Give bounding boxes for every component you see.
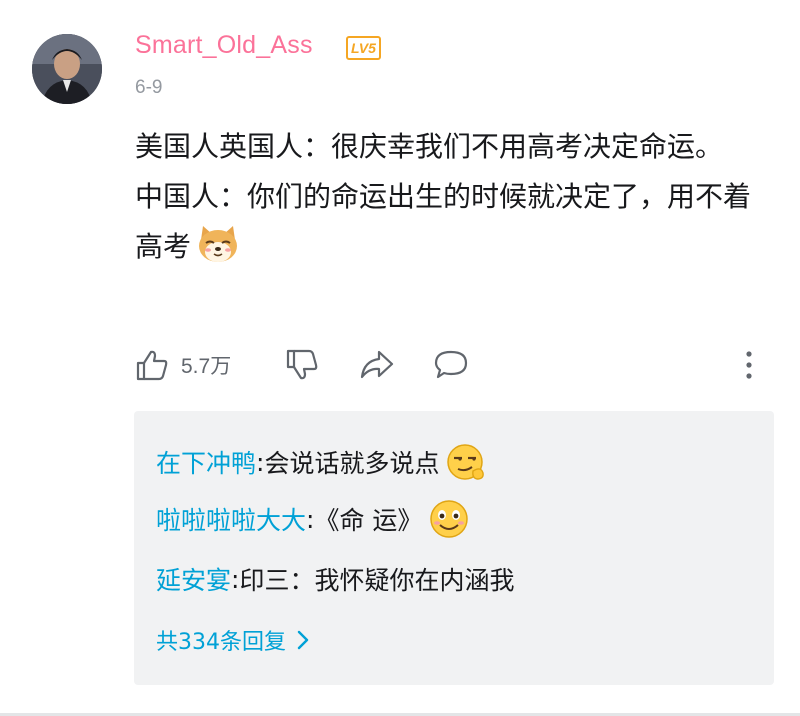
reply-preview-box[interactable]: 在下冲鸭 : 会说话就多说点 啦啦啦啦大大 : 《命 运》 延安宴: 印三：我…	[134, 411, 774, 685]
comment-line-2: 中国人：你们的命运出生的时候就决定了，用不着高考	[135, 172, 775, 272]
chevron-right-icon	[297, 630, 309, 650]
doge-emoji-icon	[195, 224, 241, 264]
thumb-down-icon	[286, 349, 318, 380]
username[interactable]: Smart_Old_Ass	[135, 31, 313, 60]
dislike-button[interactable]	[285, 345, 319, 385]
reply-text: 《命 运》	[314, 506, 423, 535]
reply-text: 会说话就多说点	[264, 449, 440, 478]
comment-date: 6-9	[135, 77, 163, 98]
reply-username[interactable]: 啦啦啦啦大大	[156, 501, 306, 537]
reply-button[interactable]	[433, 345, 469, 385]
like-button[interactable]: 5.7万	[135, 345, 231, 385]
smirk-emoji-icon	[445, 441, 487, 483]
reply-item[interactable]: 啦啦啦啦大大 : 《命 运》	[156, 498, 470, 540]
more-vertical-icon	[746, 351, 752, 379]
share-icon	[360, 350, 394, 379]
reply-item[interactable]: 在下冲鸭 : 会说话就多说点	[156, 441, 487, 483]
comment-actions: 5.7万	[135, 345, 765, 385]
reply-separator: :	[306, 504, 315, 534]
like-count: 5.7万	[181, 355, 232, 378]
reply-item[interactable]: 延安宴 : 印三：我怀疑你在内涵我	[156, 561, 514, 597]
comment-icon	[434, 350, 468, 379]
comment-item: Smart_Old_Ass LV5 6-9 美国人英国人：很庆幸我们不用高考决定…	[0, 0, 800, 716]
reply-username[interactable]: 延安宴	[156, 561, 231, 597]
avatar[interactable]	[32, 34, 102, 104]
smile-emoji-icon	[428, 498, 470, 540]
view-all-replies-label: 共334条回复	[156, 630, 286, 655]
view-all-replies-link[interactable]: 共334条回复	[156, 624, 310, 656]
comment-line-1: 美国人英国人：很庆幸我们不用高考决定命运。	[135, 130, 724, 163]
reply-text: 印三：我怀疑你在内涵我	[239, 566, 515, 595]
comment-content: 美国人英国人：很庆幸我们不用高考决定命运。 中国人：你们的命运出生的时候就决定了…	[135, 122, 775, 272]
reply-username[interactable]: 在下冲鸭	[156, 444, 256, 480]
level-badge: LV5	[346, 36, 381, 60]
more-options-button[interactable]	[739, 345, 759, 385]
thumb-up-icon	[136, 350, 168, 381]
reply-separator: :	[231, 564, 240, 594]
share-button[interactable]	[359, 345, 395, 385]
reply-separator: :	[256, 447, 265, 477]
